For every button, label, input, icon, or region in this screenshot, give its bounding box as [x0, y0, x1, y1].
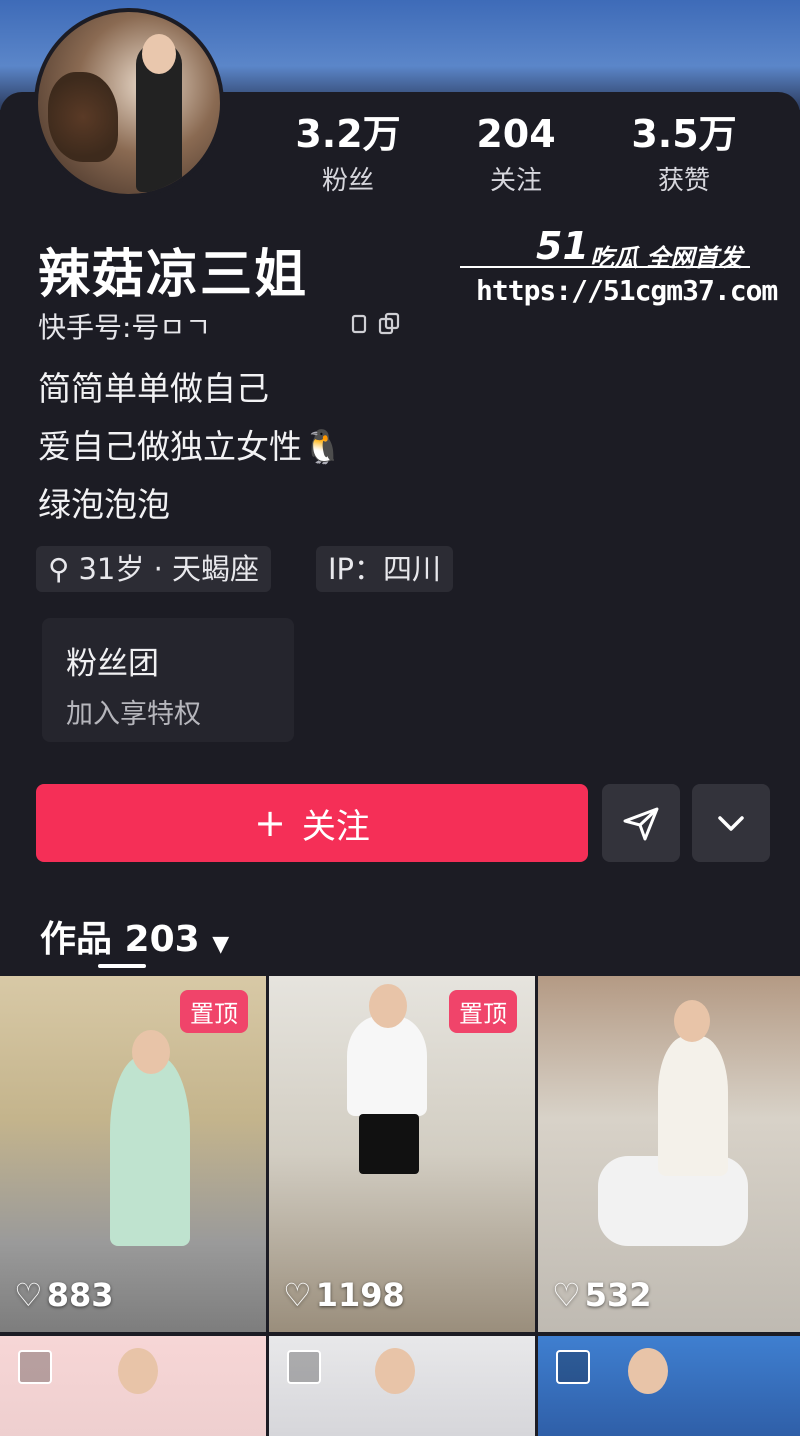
stat-likes-number: 3.5万: [631, 112, 737, 156]
fans-club-card[interactable]: 粉丝团 加入享特权: [42, 618, 294, 742]
bio-line-3: 绿泡泡泡: [38, 485, 170, 524]
more-button[interactable]: [692, 784, 770, 862]
tab-works[interactable]: 作品 203 ▼: [40, 910, 229, 962]
chevron-down-icon: [718, 816, 744, 831]
pinned-badge: 置顶: [449, 990, 517, 1033]
send-icon: [623, 807, 659, 841]
ip-tag: IP：四川: [316, 546, 454, 592]
fans-club-title: 粉丝团: [66, 646, 159, 682]
image-icon: [556, 1350, 590, 1384]
tile-person: [658, 1036, 728, 1176]
tile-person: [347, 1016, 427, 1116]
tile-person-head: [369, 984, 407, 1028]
avatar-head: [142, 34, 176, 74]
tile-person-head: [674, 1000, 710, 1042]
pinned-badge: 置顶: [180, 990, 248, 1033]
heart-icon: ♡: [14, 1276, 43, 1314]
stat-likes[interactable]: 3.5万 获赞: [614, 112, 754, 197]
tile-person-head: [132, 1030, 170, 1074]
stat-likes-label: 获赞: [657, 166, 710, 196]
tile-person: [110, 1056, 190, 1246]
female-icon: ⚲: [48, 552, 70, 586]
stat-following-number: 204: [476, 112, 556, 156]
stat-following-label: 关注: [489, 166, 542, 196]
work-tile[interactable]: 置顶 ♡ 883: [0, 976, 266, 1332]
like-count: ♡ 1198: [283, 1276, 405, 1314]
fans-club-subtitle: 加入享特权: [66, 699, 201, 730]
stat-fans-number: 3.2万: [295, 112, 401, 156]
stat-fans[interactable]: 3.2万 粉丝: [278, 112, 418, 197]
work-tile[interactable]: [538, 1336, 800, 1436]
work-tile[interactable]: ♡ 532: [538, 976, 800, 1332]
tile-person-skirt: [359, 1114, 419, 1174]
plus-icon: +: [254, 801, 286, 845]
watermark-line: [460, 266, 750, 268]
tile-person-head: [628, 1348, 668, 1394]
stat-following[interactable]: 204 关注: [446, 112, 586, 197]
profile-name: 辣菇凉三姐: [38, 245, 309, 305]
kuaishou-id: 快手号:号ㅁㄱ: [38, 311, 211, 344]
bio-line-2: 爱自己做独立女性🐧: [38, 427, 344, 466]
age-zodiac-label: 31岁 · 天蝎座: [78, 552, 260, 586]
work-tile[interactable]: [269, 1336, 535, 1436]
avatar[interactable]: [34, 8, 224, 198]
tile-person-head: [375, 1348, 415, 1394]
heart-icon: ♡: [283, 1276, 312, 1314]
tab-works-indicator: [98, 964, 146, 968]
follow-label: 关注: [301, 806, 370, 847]
work-tile[interactable]: [0, 1336, 266, 1436]
follow-button[interactable]: + 关注: [36, 784, 588, 862]
work-tile[interactable]: 置顶 ♡ 1198: [269, 976, 535, 1332]
like-count: ♡ 883: [14, 1276, 114, 1314]
image-icon: [287, 1350, 321, 1384]
age-zodiac-tag: ⚲ 31岁 · 天蝎座: [36, 546, 272, 592]
like-count: ♡ 532: [552, 1276, 652, 1314]
tile-person-head: [118, 1348, 158, 1394]
stat-fans-label: 粉丝: [321, 166, 374, 196]
heart-icon: ♡: [552, 1276, 581, 1314]
copy-icon[interactable]: [350, 312, 404, 336]
tab-works-label: 作品 203: [40, 919, 200, 960]
caret-down-icon: ▼: [212, 932, 230, 957]
watermark-url: https://51cgm37.com: [476, 274, 778, 307]
avatar-plant: [48, 72, 118, 162]
bio-line-1: 简简单单做自己: [38, 369, 269, 408]
share-button[interactable]: [602, 784, 680, 862]
image-icon: [18, 1350, 52, 1384]
watermark: 51 吃瓜 全网首发 https://51cgm37.com: [460, 218, 778, 318]
watermark-number: 51: [536, 224, 589, 268]
